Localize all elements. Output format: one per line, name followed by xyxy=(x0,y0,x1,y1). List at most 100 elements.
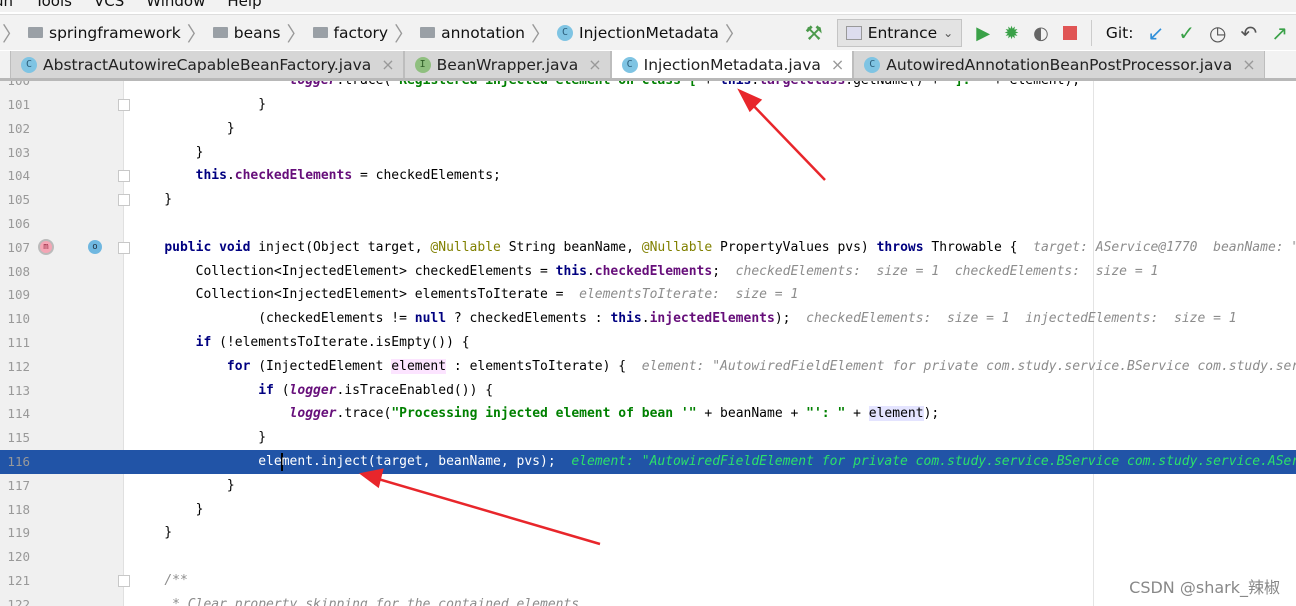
code-text: } xyxy=(133,498,204,522)
code-token: logger xyxy=(289,406,337,422)
code-token: inject(Object target, xyxy=(250,239,431,255)
breadcrumb-label: beans xyxy=(233,23,281,42)
stop-icon[interactable] xyxy=(1062,26,1077,40)
watermark: CSDN @shark_辣椒 xyxy=(1129,578,1280,597)
fold-marker-icon[interactable] xyxy=(118,99,130,111)
code-text: Collection<InjectedElement> checkedEleme… xyxy=(133,260,1159,284)
run-configuration-select[interactable]: Entrance ⌄ xyxy=(836,19,963,47)
overrides-method-icon[interactable]: o xyxy=(88,239,102,254)
editor-tab[interactable]: C InjectionMetadata.java × xyxy=(610,51,854,78)
tab-label: InjectionMetadata.java xyxy=(643,55,821,74)
run-configuration-label: Entrance xyxy=(867,24,938,42)
code-text: * Clear property skipping for the contai… xyxy=(133,593,587,606)
breadcrumb: springframework 〉 beans 〉 factory 〉 annotation… xyxy=(24,18,747,47)
close-icon[interactable]: × xyxy=(831,55,844,74)
code-token: null xyxy=(414,311,447,327)
code-token: this xyxy=(610,311,642,327)
tab-label: BeanWrapper.java xyxy=(436,55,579,74)
code-token: + beanName + xyxy=(696,406,807,422)
close-icon[interactable]: × xyxy=(381,55,394,74)
tab-label: AutowiredAnnotationBeanPostProcessor.jav… xyxy=(886,55,1233,74)
menu-item[interactable]: Help xyxy=(227,0,261,12)
fold-marker-icon[interactable] xyxy=(118,194,130,207)
code-line: 101 } xyxy=(0,93,1296,117)
editor-tab[interactable]: C AutowiredAnnotationBeanPostProcessor.ja… xyxy=(853,51,1265,78)
breadcrumb-item[interactable]: factory xyxy=(309,24,393,42)
close-icon[interactable]: × xyxy=(588,55,601,74)
code-line: 100 logger.trace("Registered injected el… xyxy=(0,81,1296,93)
build-hammer-icon[interactable]: ⚒ xyxy=(805,21,823,45)
code-line: 104 this.checkedElements = checkedElemen… xyxy=(0,164,1296,188)
editor-tab[interactable]: C AbstractAutowireCapableBeanFactory.java… xyxy=(10,51,404,78)
git-history-clock-icon[interactable]: ◷ xyxy=(1209,21,1226,45)
menu-item[interactable]: VCS xyxy=(94,0,124,12)
class-icon: C xyxy=(21,56,37,73)
menu-item[interactable]: un xyxy=(0,0,13,12)
code-token: this xyxy=(720,81,751,88)
folder-icon xyxy=(312,27,328,38)
code-text: element.inject(target, beanName, pvs); e… xyxy=(133,450,1296,474)
code-token: checkedElements xyxy=(594,263,713,279)
code-line: 108 Collection<InjectedElement> checkedE… xyxy=(0,260,1296,284)
code-token: ele xyxy=(133,454,282,469)
code-line: 109 Collection<InjectedElement> elements… xyxy=(0,283,1296,307)
code-line: 120 xyxy=(0,545,1296,569)
interface-icon: I xyxy=(414,56,431,73)
line-number: 113 xyxy=(7,382,30,398)
method-breakpoint-icon[interactable]: m xyxy=(38,238,54,255)
editor-tab[interactable]: I BeanWrapper.java × xyxy=(403,51,611,78)
code-token: this xyxy=(555,263,587,279)
git-push-icon[interactable]: ↗ xyxy=(1271,21,1288,45)
folder-icon xyxy=(212,27,228,38)
run-icon[interactable]: ▶ xyxy=(976,23,990,44)
class-icon: C xyxy=(621,56,638,73)
close-icon[interactable]: × xyxy=(1242,55,1255,74)
breadcrumb-label: InjectionMetadata xyxy=(579,23,719,42)
breadcrumb-item[interactable]: springframework xyxy=(24,24,185,42)
fold-marker-icon[interactable] xyxy=(118,575,130,587)
code-token: element xyxy=(868,406,924,422)
code-text: (checkedElements != null ? checkedElemen… xyxy=(133,307,1236,331)
code-editor[interactable]: 100 logger.trace("Registered injected el… xyxy=(0,81,1296,606)
line-number: 101 xyxy=(7,97,30,112)
debug-bug-icon[interactable]: ✹ xyxy=(1004,23,1019,44)
breadcrumb-separator: 〉 xyxy=(724,22,745,46)
breadcrumb-item[interactable]: C InjectionMetadata xyxy=(553,24,723,42)
git-update-icon[interactable]: ↙ xyxy=(1147,21,1164,45)
navigation-bar: 〉 springframework 〉 beans 〉 factory 〉 annotati… xyxy=(0,14,1296,50)
application-icon xyxy=(845,26,862,40)
code-token: @Nullable xyxy=(641,239,713,255)
editor-tabs: C AbstractAutowireCapableBeanFactory.java… xyxy=(0,51,1296,81)
line-number: 118 xyxy=(7,501,30,517)
line-number: 122 xyxy=(7,596,30,606)
line-number: 104 xyxy=(7,168,30,184)
code-token: } xyxy=(133,525,173,541)
menu-item[interactable]: Window xyxy=(146,0,205,12)
code-text: public void inject(Object target, @Nulla… xyxy=(133,236,1296,260)
breadcrumb-item[interactable]: beans xyxy=(209,24,285,42)
code-text: } xyxy=(133,93,266,117)
fold-marker-icon[interactable] xyxy=(118,170,130,183)
breadcrumb-item[interactable]: annotation xyxy=(416,24,529,42)
fold-marker-icon[interactable] xyxy=(118,241,130,254)
code-line: 113 if (logger.isTraceEnabled()) { xyxy=(0,379,1296,403)
code-token: (InjectedElement xyxy=(250,358,392,374)
git-commit-check-icon[interactable]: ✓ xyxy=(1178,21,1195,45)
line-number: 107 xyxy=(7,239,30,255)
code-token: .getName() + xyxy=(845,81,947,88)
line-number: 117 xyxy=(7,477,30,493)
git-rollback-icon[interactable]: ↶ xyxy=(1240,21,1257,45)
code-text: } xyxy=(133,141,204,165)
code-text: /** xyxy=(133,569,187,593)
coverage-icon[interactable]: ◐ xyxy=(1033,23,1049,44)
code-token: } xyxy=(133,430,267,446)
code-token: ( xyxy=(273,382,290,398)
line-number: 111 xyxy=(7,335,30,350)
menu-item[interactable]: Tools xyxy=(35,0,72,12)
code-token: ment.inject(target, beanName, pvs); xyxy=(281,454,572,469)
inline-debug-value: checkedElements: size = 1 checkedElement… xyxy=(735,263,1159,279)
code-token: for xyxy=(226,358,251,374)
folder-icon xyxy=(420,27,436,38)
